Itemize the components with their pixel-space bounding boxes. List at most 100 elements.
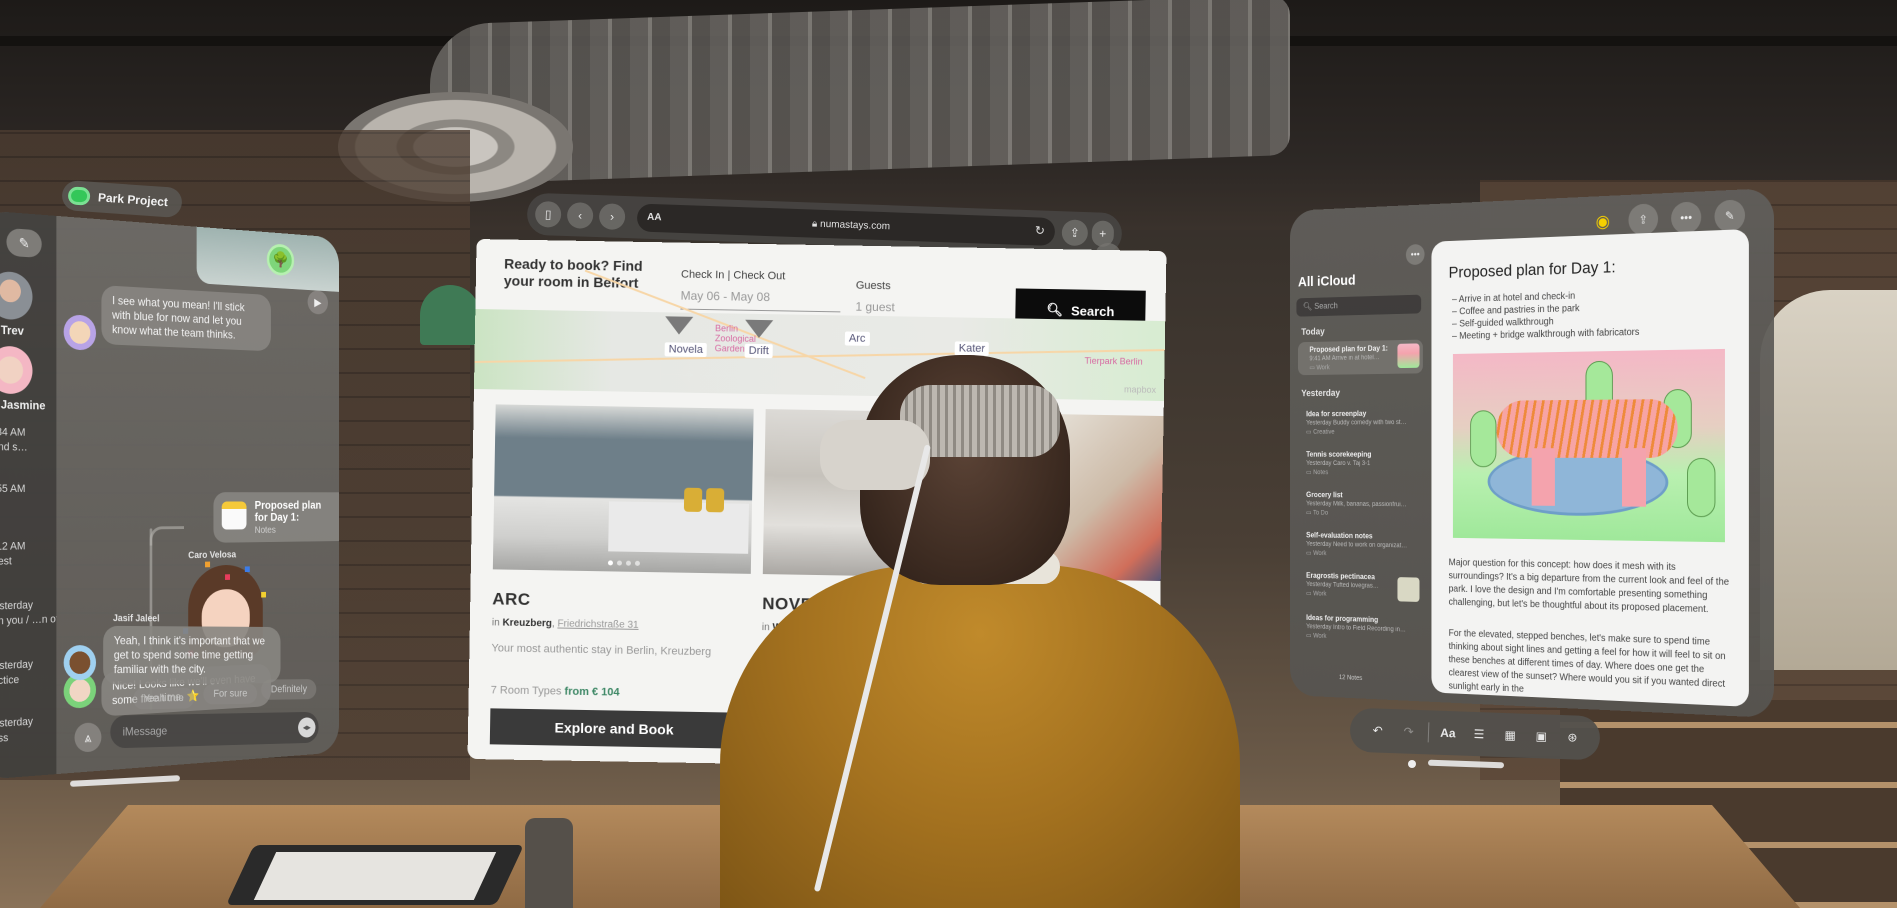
share-icon: ⇪ bbox=[1069, 225, 1081, 240]
pinned-contact[interactable]: Trev bbox=[0, 270, 56, 339]
guests-label: Guests bbox=[855, 279, 891, 293]
share-button[interactable]: ⇪ bbox=[1628, 203, 1659, 236]
redo-icon[interactable]: ↷ bbox=[1396, 724, 1420, 739]
shared-note-collaborators-icon[interactable]: ◉ bbox=[1590, 209, 1616, 233]
app-store-button[interactable]: ⩓ bbox=[74, 722, 102, 753]
video-camera-icon: ▶ bbox=[314, 295, 322, 309]
table-icon[interactable]: ▦ bbox=[1498, 728, 1522, 743]
map-poi: Berlin Zoological Garden bbox=[714, 323, 757, 354]
map-label-novela[interactable]: Novela bbox=[664, 342, 708, 358]
note-title: Proposed plan for Day 1: bbox=[1448, 257, 1616, 282]
sender-name: Jasif Jaleel bbox=[112, 613, 160, 625]
plus-icon: + bbox=[1099, 226, 1107, 241]
compose-button[interactable]: ✎ bbox=[6, 227, 42, 259]
message-bubble: I see what you mean! I'll stick with blu… bbox=[101, 285, 271, 352]
sidebar-icon: ▯ bbox=[544, 207, 552, 222]
reader-settings-button[interactable]: AA bbox=[647, 212, 662, 223]
hotel-location: in Kreuzberg, Friedrichstraße 31 bbox=[491, 617, 639, 631]
new-note-button[interactable]: ✎ bbox=[1714, 199, 1746, 233]
markup-icon[interactable]: ⊛ bbox=[1560, 730, 1584, 745]
contact-name: Trev bbox=[0, 322, 24, 338]
ellipsis-icon: ••• bbox=[1680, 210, 1693, 225]
toolbar-divider bbox=[1427, 722, 1430, 743]
checkin-field[interactable]: May 06 - May 08 bbox=[680, 288, 841, 313]
explore-and-book-button[interactable]: Explore and Book bbox=[489, 708, 739, 749]
note-list-item[interactable]: Tennis scorekeeping Yesterday Caro v. Ta… bbox=[1298, 450, 1423, 476]
map-label-kater[interactable]: Kater bbox=[954, 341, 990, 356]
note-paragraph: For the elevated, stepped benches, let's… bbox=[1448, 628, 1726, 695]
conversation-row[interactable]: 9:34 AM …nd s… bbox=[0, 425, 56, 456]
bench-concept-illustration[interactable] bbox=[1452, 348, 1725, 543]
chevron-right-icon: › bbox=[609, 209, 615, 224]
note-list-item[interactable]: Ideas for programming Yesterday Intro to… bbox=[1298, 613, 1423, 643]
chevron-left-icon: ‹ bbox=[577, 208, 583, 223]
more-options-button[interactable]: ••• bbox=[1671, 201, 1702, 235]
app-store-icon: ⩓ bbox=[84, 729, 92, 745]
notes-search-input[interactable]: 🔍︎ Search bbox=[1296, 294, 1422, 317]
messages-app-icon bbox=[67, 186, 91, 206]
search-icon: 🔍︎ bbox=[1302, 301, 1315, 312]
messages-lower: Jasif Jaleel Yeah, I think it's importan… bbox=[0, 520, 339, 780]
note-checklist: Arrive in at hotel and check-in Coffee a… bbox=[1452, 288, 1640, 343]
checkin-label: Check In | Check Out bbox=[680, 268, 786, 283]
notes-format-toolbar: ↶ ↷ Aa ☰ ▦ ▣ ⊛ bbox=[1349, 707, 1601, 761]
avatar bbox=[0, 345, 33, 395]
photo-carousel-dots[interactable] bbox=[607, 560, 640, 566]
notes-count: 12 Notes bbox=[1338, 674, 1363, 682]
arched-window bbox=[1760, 290, 1897, 670]
pendant-lamp bbox=[420, 285, 480, 345]
imessage-input[interactable]: iMessage bbox=[110, 711, 319, 749]
section-header: Yesterday bbox=[1301, 388, 1341, 399]
share-button[interactable]: ⇪ bbox=[1061, 219, 1089, 247]
share-icon: ⇪ bbox=[1638, 212, 1648, 227]
note-thumbnail bbox=[1397, 343, 1420, 369]
list-options-button[interactable]: ••• bbox=[1405, 243, 1425, 266]
search-icon: 🔍︎ bbox=[1046, 301, 1064, 318]
window-close-dot[interactable] bbox=[1408, 760, 1416, 768]
person-torso bbox=[720, 565, 1240, 908]
section-header: Today bbox=[1301, 326, 1325, 338]
checklist-icon[interactable]: ☰ bbox=[1467, 727, 1491, 742]
note-list-item[interactable]: Idea for screenplay Yesterday Buddy come… bbox=[1298, 409, 1423, 436]
avatar bbox=[63, 645, 97, 681]
map-label-arc[interactable]: Arc bbox=[844, 331, 870, 346]
attachment-icon[interactable]: ▣ bbox=[1529, 729, 1553, 744]
note-paragraph: Major question for this concept: how doe… bbox=[1448, 557, 1730, 616]
hotel-photo[interactable] bbox=[492, 404, 754, 574]
waveform-icon: ◂▸ bbox=[302, 722, 311, 733]
undo-icon[interactable]: ↶ bbox=[1365, 723, 1389, 738]
forward-button[interactable]: › bbox=[598, 203, 626, 231]
notes-list: ••• All iCloud 🔍︎ Search Today Proposed … bbox=[1290, 242, 1427, 692]
hotel-price: 7 Room Types from € 104 bbox=[490, 684, 620, 699]
avatar bbox=[63, 314, 97, 351]
map-pin[interactable] bbox=[664, 316, 694, 335]
back-button[interactable]: ‹ bbox=[566, 202, 594, 229]
person-wearing-headset bbox=[720, 355, 1240, 908]
clipboard-paper bbox=[253, 852, 497, 900]
note-thumbnail bbox=[1397, 577, 1420, 602]
hotel-address-link[interactable]: Friedrichstraße 31 bbox=[557, 618, 638, 630]
thermos bbox=[525, 818, 573, 908]
conversation-row[interactable]: 8:55 AM bbox=[0, 482, 56, 497]
text-format-button[interactable]: Aa bbox=[1436, 726, 1460, 741]
pinned-contact[interactable]: Jasmine bbox=[0, 345, 56, 413]
avatar bbox=[0, 270, 33, 321]
headset-device bbox=[820, 420, 930, 490]
ellipsis-icon: ••• bbox=[1410, 249, 1420, 260]
note-editor[interactable]: Proposed plan for Day 1: Arrive in at ho… bbox=[1431, 229, 1749, 707]
note-list-item[interactable]: Eragrostis pectinacea Yesterday Tufted l… bbox=[1298, 571, 1423, 602]
notes-window: ◉ ⇪ ••• ✎ ••• All iCloud 🔍︎ Search Today… bbox=[1289, 188, 1774, 718]
quick-reply-button[interactable]: Yeah true bbox=[133, 687, 194, 710]
quick-reply-button[interactable]: Definitely bbox=[261, 679, 317, 700]
sidebar-toggle-button[interactable]: ▯ bbox=[534, 200, 562, 228]
note-list-item[interactable]: Self-evaluation notes Yesterday Need to … bbox=[1298, 531, 1423, 559]
reload-icon[interactable]: ↻ bbox=[1035, 223, 1046, 237]
note-list-item[interactable]: Grocery list Yesterday Milk, bananas, pa… bbox=[1298, 491, 1423, 518]
contact-name: Jasmine bbox=[0, 397, 46, 413]
compose-icon: ✎ bbox=[18, 234, 30, 251]
quick-reply-button[interactable]: For sure bbox=[203, 683, 258, 705]
address-bar[interactable]: AA 🔒︎ numastays.com ↻ bbox=[636, 203, 1056, 247]
note-list-item[interactable]: Proposed plan for Day 1: 9:41 AM Arrive … bbox=[1298, 339, 1423, 376]
folder-title: All iCloud bbox=[1298, 272, 1356, 291]
facetime-button[interactable]: ▶ bbox=[307, 289, 329, 315]
